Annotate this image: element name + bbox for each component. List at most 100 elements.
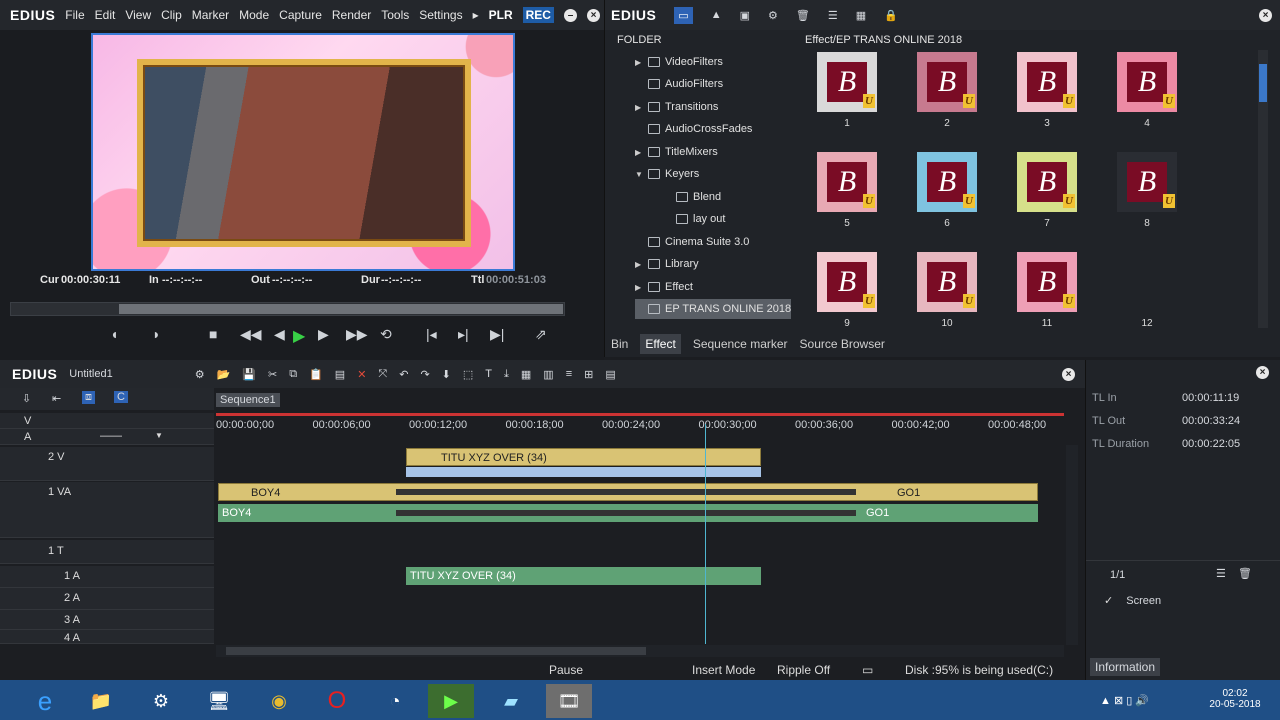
title-clip-video[interactable]: TITU XYZ OVER (34) bbox=[406, 448, 761, 466]
menu-mode[interactable]: Mode bbox=[239, 8, 269, 22]
computer-icon[interactable]: 🖥 bbox=[196, 684, 242, 718]
mark-out-icon[interactable]: ◗ bbox=[152, 326, 160, 342]
screen-row[interactable]: ✓ Screen bbox=[1104, 594, 1161, 607]
effect-thumbnail[interactable]: BU bbox=[1117, 52, 1177, 112]
ripple-mode[interactable]: Ripple Off bbox=[777, 663, 830, 677]
tree-item[interactable]: ▶ Library bbox=[635, 254, 699, 274]
audio-mixer-icon[interactable]: ≡ bbox=[566, 368, 572, 380]
tree-item[interactable]: ▶ TitleMixers bbox=[635, 142, 718, 162]
prev-edit-icon[interactable]: |◂ bbox=[426, 326, 437, 343]
tab-sequence-marker[interactable]: Sequence marker bbox=[693, 337, 788, 351]
loop-icon[interactable]: ⟲ bbox=[380, 326, 392, 343]
step-back-icon[interactable]: ◀ bbox=[274, 326, 285, 343]
step-forward-icon[interactable]: ▶ bbox=[318, 326, 329, 343]
menu-edit[interactable]: Edit bbox=[95, 8, 116, 22]
info-list-icon[interactable]: ☰ bbox=[1216, 567, 1226, 580]
ie-icon[interactable]: e bbox=[22, 684, 68, 718]
tree-item[interactable]: Cinema Suite 3.0 bbox=[635, 232, 749, 252]
paste-icon[interactable]: 📋 bbox=[309, 368, 323, 381]
fast-forward-icon[interactable]: ▶▶ bbox=[346, 326, 368, 343]
notes-icon[interactable]: ▰ bbox=[488, 684, 534, 718]
menu-file[interactable]: File bbox=[65, 8, 84, 22]
effect-thumbnail[interactable]: BU bbox=[817, 52, 877, 112]
clock[interactable]: 02:02 20-05-2018 bbox=[1200, 688, 1270, 710]
effect-scroll-thumb[interactable] bbox=[1259, 64, 1267, 102]
tab-information[interactable]: Information bbox=[1090, 658, 1161, 676]
tree-item[interactable]: ▶ VideoFilters bbox=[635, 52, 723, 72]
menu-marker[interactable]: Marker bbox=[192, 8, 229, 22]
open-project-icon[interactable]: 📂 bbox=[217, 368, 231, 381]
mode-icon[interactable]: ⇩ bbox=[22, 392, 31, 405]
cut-icon[interactable]: ✂ bbox=[268, 368, 277, 381]
mark-in-icon[interactable]: ◖ bbox=[110, 326, 118, 342]
insert-icon[interactable]: ▶| bbox=[490, 326, 504, 343]
sequence-tab[interactable]: Sequence1 bbox=[216, 393, 280, 407]
delete-clip-icon[interactable]: ✕ bbox=[357, 368, 366, 381]
chrome-icon[interactable]: ◉ bbox=[256, 684, 302, 718]
rec-button[interactable]: REC bbox=[522, 7, 554, 23]
play-icon[interactable]: ▶ bbox=[293, 326, 305, 346]
tree-expand-icon[interactable]: ▶ bbox=[635, 283, 643, 292]
timeline-ruler[interactable]: 00:00:00;00 00:00:06;00 00:00:12;00 00:00:1… bbox=[216, 413, 1064, 443]
menu-render[interactable]: Render bbox=[332, 8, 371, 22]
delete-icon[interactable]: 🗑 bbox=[796, 9, 810, 22]
effect-thumbnail[interactable]: BU bbox=[917, 252, 977, 312]
folder-view-icon[interactable]: ▭ bbox=[674, 6, 693, 24]
info-close-icon[interactable]: × bbox=[1256, 366, 1269, 379]
player-app-icon[interactable]: ▶ bbox=[428, 684, 474, 718]
link-icon[interactable]: ⧈ bbox=[82, 391, 95, 404]
patch-dropdown-icon[interactable]: ▼ bbox=[155, 431, 163, 440]
tree-expand-icon[interactable]: ▶ bbox=[635, 148, 643, 157]
sequence-settings-icon[interactable]: ⚙ bbox=[195, 368, 205, 381]
group-icon[interactable]: C bbox=[114, 391, 128, 403]
track-2a[interactable]: 2 A bbox=[0, 588, 214, 610]
app-icon[interactable]: ⚙ bbox=[138, 684, 184, 718]
screen-check-icon[interactable]: ✓ bbox=[1104, 595, 1113, 607]
effect-thumbnail[interactable]: BU bbox=[817, 252, 877, 312]
copy-icon[interactable]: ⧉ bbox=[289, 368, 297, 381]
menu-view[interactable]: View bbox=[125, 8, 151, 22]
effect-thumbnail[interactable]: BU bbox=[1117, 152, 1177, 212]
plr-label[interactable]: PLR bbox=[489, 8, 513, 22]
add-marker-icon[interactable]: ⬇ bbox=[442, 368, 451, 381]
timeline-vscroll[interactable] bbox=[1066, 445, 1078, 645]
tree-expand-icon[interactable]: ▶ bbox=[635, 260, 643, 269]
sync-lock-icon[interactable]: ▥ bbox=[543, 368, 553, 381]
tree-item[interactable]: ▼ Keyers bbox=[635, 164, 699, 184]
new-folder-icon[interactable]: ▣ bbox=[740, 9, 750, 22]
arc-icon[interactable]: ◔ bbox=[372, 684, 418, 718]
up-folder-icon[interactable]: ▲ bbox=[711, 9, 722, 21]
menu-settings[interactable]: Settings bbox=[419, 8, 462, 22]
hscroll-thumb[interactable] bbox=[226, 647, 646, 655]
title-clip-audio[interactable]: TITU XYZ OVER (34) bbox=[406, 567, 761, 585]
undo-icon[interactable]: ↶ bbox=[399, 368, 408, 381]
render-icon[interactable]: ▦ bbox=[521, 368, 531, 381]
next-edit-icon[interactable]: ▸| bbox=[458, 326, 469, 343]
track-1va[interactable]: 1 VA bbox=[0, 482, 214, 538]
grid-view-icon[interactable]: ▦ bbox=[856, 9, 866, 22]
tree-item[interactable]: ▶ Transitions bbox=[635, 97, 718, 117]
paste-insert-icon[interactable]: ▤ bbox=[335, 368, 345, 381]
split-icon[interactable]: ⊞ bbox=[584, 368, 593, 381]
track-2v[interactable]: 2 V bbox=[0, 447, 214, 481]
track-1t[interactable]: 1 T bbox=[0, 540, 214, 564]
effect-scrollbar[interactable] bbox=[1258, 50, 1268, 328]
snap-icon[interactable]: ⇤ bbox=[52, 392, 61, 405]
menu-capture[interactable]: Capture bbox=[279, 8, 322, 22]
tree-expand-icon[interactable]: ▶ bbox=[635, 58, 643, 67]
panel-close-icon[interactable]: × bbox=[1259, 8, 1272, 22]
effect-thumbnail[interactable] bbox=[1117, 252, 1177, 312]
timeline-hscroll[interactable] bbox=[216, 645, 1064, 657]
menu-tools[interactable]: Tools bbox=[381, 8, 409, 22]
settings-icon[interactable]: ⚙ bbox=[768, 9, 778, 22]
opera-icon[interactable]: O bbox=[314, 684, 360, 718]
rewind-icon[interactable]: ◀◀ bbox=[240, 326, 262, 343]
track-view-icon[interactable]: ▤ bbox=[605, 368, 615, 381]
save-project-icon[interactable]: 💾 bbox=[242, 368, 256, 381]
ripple-delete-icon[interactable]: ⤧ bbox=[378, 368, 387, 381]
menu-more-icon[interactable]: ▸ bbox=[473, 8, 479, 22]
tab-source-browser[interactable]: Source Browser bbox=[800, 337, 885, 351]
tree-item[interactable]: AudioCrossFades bbox=[635, 119, 752, 139]
timeline-close-icon[interactable]: × bbox=[1062, 367, 1075, 381]
tree-item[interactable]: AudioFilters bbox=[635, 74, 723, 94]
